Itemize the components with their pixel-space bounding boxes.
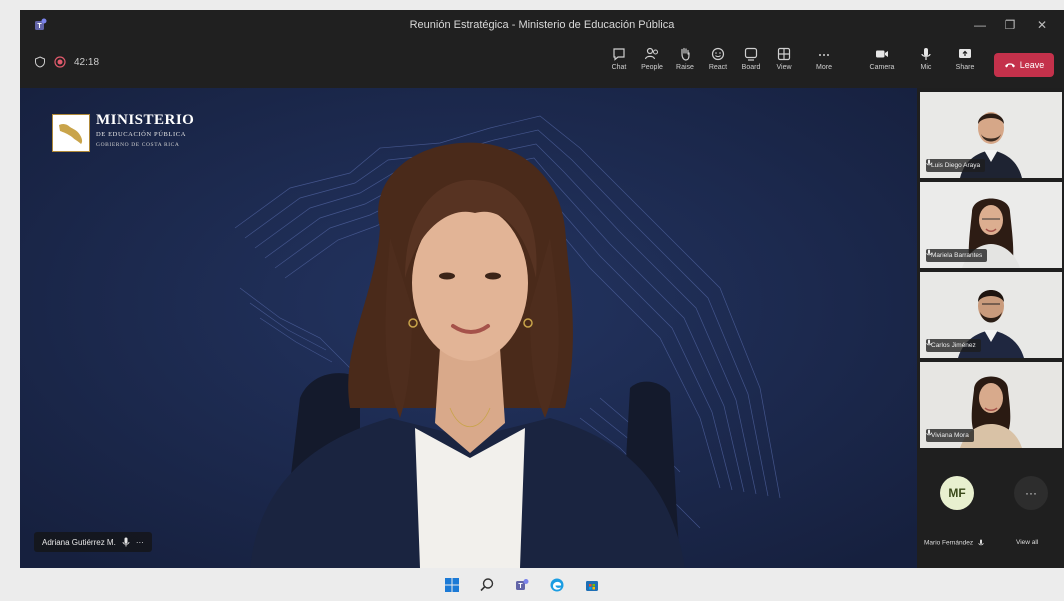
mic-icon	[926, 159, 932, 166]
more-label: More	[816, 64, 832, 71]
participant-tile[interactable]: Luis Diego Araya	[920, 92, 1062, 178]
participant-name-tag: Viviana Mora	[926, 429, 974, 442]
react-icon	[711, 47, 725, 61]
participant-name: Carlos Jiménez	[931, 342, 976, 349]
svg-text:T: T	[518, 583, 523, 590]
camera-label: Camera	[869, 64, 895, 71]
mic-label: Mic	[920, 64, 932, 71]
view-icon	[777, 47, 791, 61]
view-all-link[interactable]: View all	[1016, 539, 1038, 546]
react-label: React	[708, 64, 728, 71]
share-label: Share	[955, 64, 975, 71]
chat-icon	[613, 48, 625, 61]
board-icon	[744, 47, 758, 61]
meeting-status: 42:18	[34, 56, 99, 68]
title-bar: T Reunión Estratégica - Ministerio de Ed…	[20, 10, 1064, 40]
chat-label: Chat	[611, 64, 627, 71]
overflow-participants: MF ··· Mario Fernández View all	[920, 456, 1062, 564]
start-icon[interactable]	[442, 575, 462, 595]
speaker-name-tag: Adriana Gutiérrez M. ···	[34, 532, 152, 552]
participant-tile[interactable]: Mariela Barrantes	[920, 182, 1062, 268]
participant-name: Mariela Barrantes	[931, 252, 983, 259]
maximize-button[interactable]: ❐	[1000, 16, 1020, 34]
edge-icon[interactable]	[547, 575, 567, 595]
view-label: View	[776, 64, 792, 71]
teams-icon[interactable]: T	[512, 575, 532, 595]
store-icon[interactable]	[582, 575, 602, 595]
window-title: Reunión Estratégica - Ministerio de Educ…	[409, 19, 675, 31]
mic-icon	[926, 339, 932, 346]
participant-name-tag: Carlos Jiménez	[926, 339, 981, 352]
speaker-more-button[interactable]: ···	[136, 538, 144, 547]
participant-name: Viviana Mora	[931, 432, 969, 439]
leave-button[interactable]: Leave	[994, 53, 1054, 77]
close-button[interactable]: ✕	[1032, 16, 1052, 34]
more-icon	[819, 54, 829, 56]
raise-label: Raise	[676, 64, 694, 71]
shield-icon	[35, 56, 45, 68]
share-button[interactable]: Share	[945, 46, 985, 84]
participant-name-tag: Luis Diego Araya	[926, 159, 986, 172]
minimize-button[interactable]: —	[970, 16, 990, 34]
avatar[interactable]: MF	[940, 476, 974, 510]
leave-label: Leave	[1019, 60, 1045, 70]
phone-hangup-icon	[1004, 63, 1015, 68]
mic-icon	[926, 429, 932, 436]
participant-tile[interactable]: Viviana Mora	[920, 362, 1062, 448]
people-icon	[644, 47, 658, 60]
search-icon[interactable]	[477, 575, 497, 595]
mic-icon	[921, 48, 931, 60]
windows-taskbar: T	[0, 568, 1064, 601]
participant-name: Luis Diego Araya	[931, 162, 981, 169]
mic-icon	[122, 537, 130, 547]
meeting-timer: 42:18	[74, 56, 100, 68]
meeting-toolbar: 42:18 Chat People Raise React Board View	[20, 40, 1064, 88]
participant-gallery: Luis Diego Araya Mariela Barrantes Carlo…	[917, 88, 1064, 568]
participant-name-tag: Mariela Barrantes	[926, 249, 988, 262]
teams-window: T Reunión Estratégica - Ministerio de Ed…	[20, 10, 1064, 568]
view-button[interactable]: View	[764, 46, 804, 84]
participant-tile[interactable]: Carlos Jiménez	[920, 272, 1062, 358]
camera-icon	[876, 50, 888, 58]
more-participants-button[interactable]: ···	[1014, 476, 1048, 510]
main-video-stage: MINISTERIO DE EDUCACIÓN PÚBLICA GOBIERNO…	[20, 88, 917, 568]
speaker-video	[250, 142, 685, 568]
mic-icon	[926, 249, 932, 256]
recording-icon	[54, 56, 66, 68]
people-label: People	[641, 64, 663, 71]
mic-button[interactable]: Mic	[906, 46, 946, 84]
more-button[interactable]: More	[804, 46, 844, 84]
overflow-participant-name: Mario Fernández	[924, 539, 984, 547]
speaker-name: Adriana Gutiérrez M.	[42, 537, 116, 547]
board-label: Board	[741, 64, 761, 71]
camera-button[interactable]: Camera	[862, 46, 902, 84]
raise-hand-icon	[681, 47, 690, 61]
share-icon	[959, 49, 971, 58]
mic-icon	[978, 539, 984, 546]
